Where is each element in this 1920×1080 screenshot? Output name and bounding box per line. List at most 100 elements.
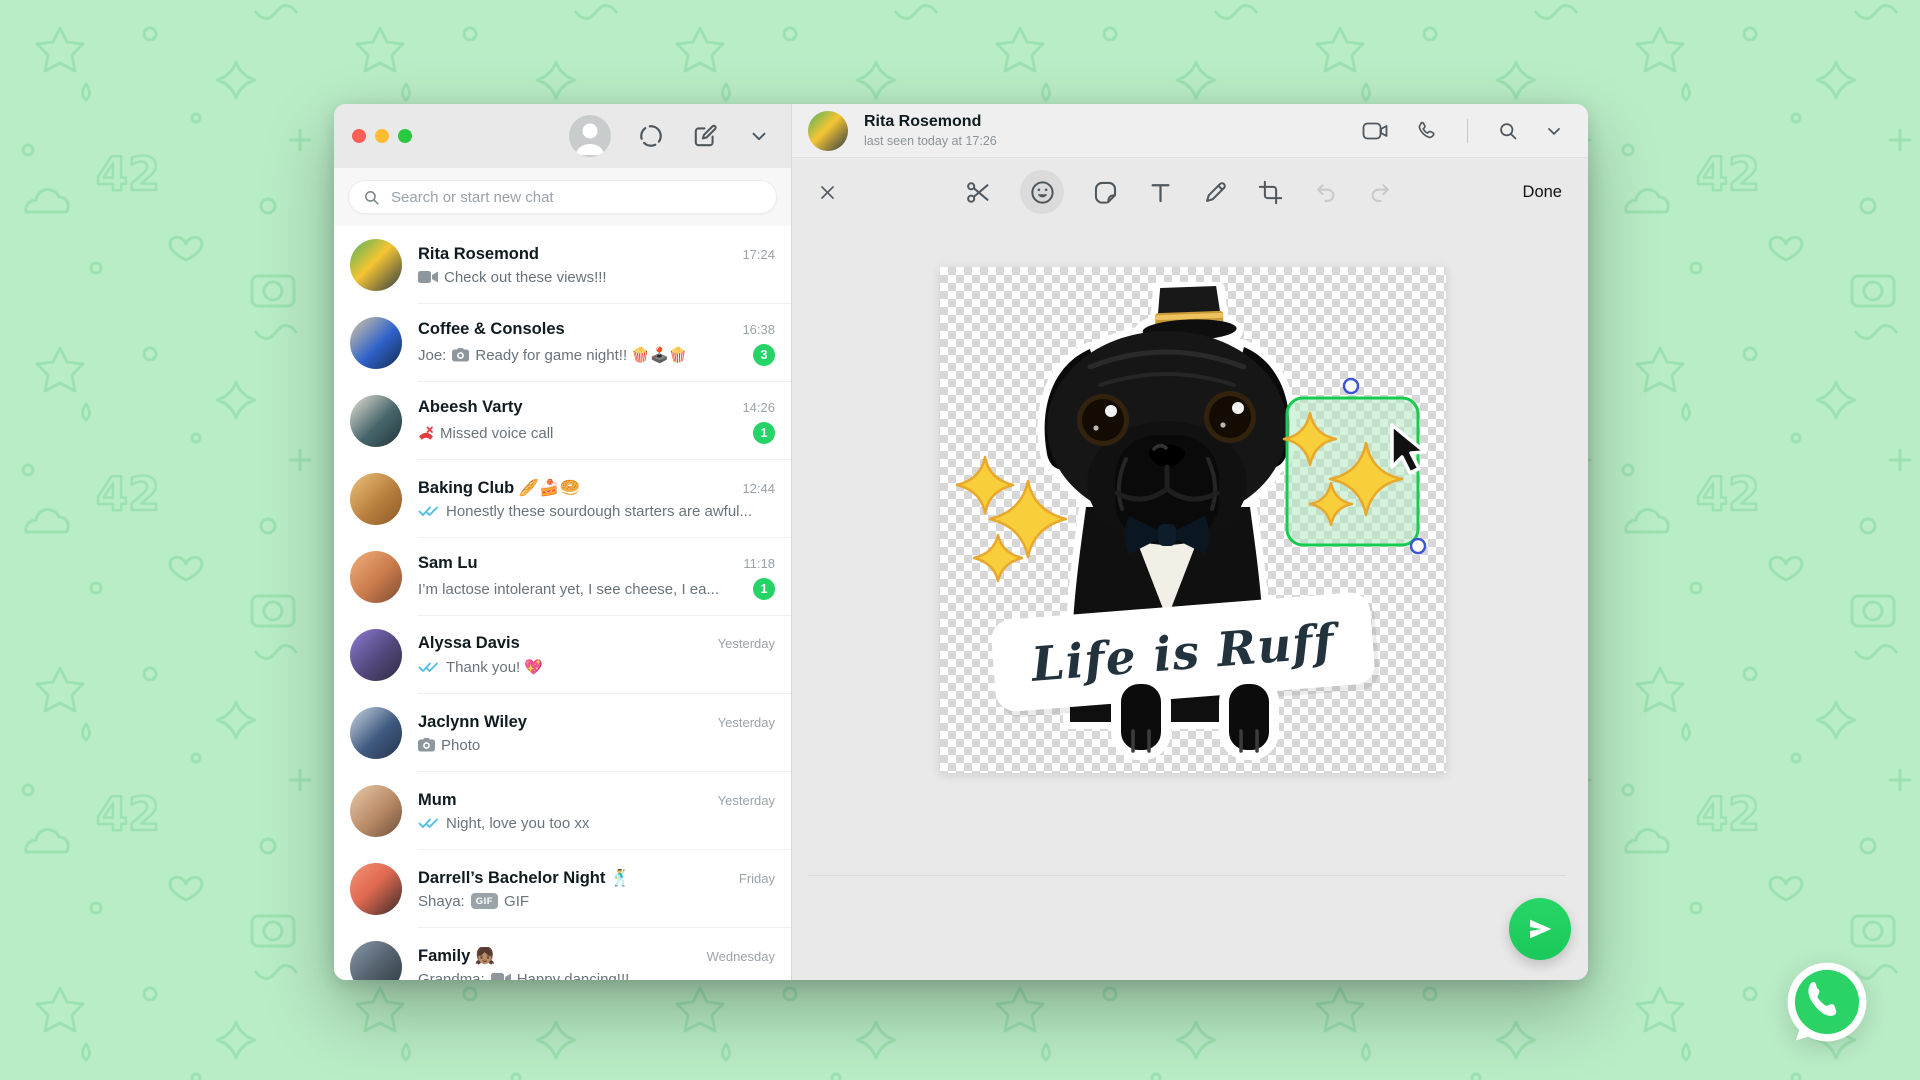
sticker-canvas[interactable]: Life is Ruff [940,267,1446,773]
voice-call-button[interactable] [1415,120,1437,142]
minimize-window-button[interactable] [375,129,389,143]
read-receipts-icon [418,505,440,517]
sparkles-emoji-left [957,457,1066,581]
avatar [350,629,402,681]
chat-item-sam-lu[interactable]: Sam Lu11:18 I’m lactose intolerant yet, … [334,538,791,616]
redo-icon [1367,179,1394,206]
chat-preview: Night, love you too xx [418,815,589,832]
chat-item-family[interactable]: Family 👧🏽 Wednesday Grandma: Happy dancin… [334,928,791,980]
send-button[interactable] [1509,898,1571,960]
chat-time: 14:26 [742,400,775,415]
undo-button[interactable] [1312,179,1339,206]
chat-item-coffee-consoles[interactable]: Coffee & Consoles16:38 Joe: Ready for ga… [334,304,791,382]
sidebar-menu-button[interactable] [745,122,773,150]
search-pill [348,180,777,214]
composer-divider [808,875,1566,876]
send-icon [1525,914,1555,944]
chat-item-alyssa-davis[interactable]: Alyssa DavisYesterday Thank you! 💖 [334,616,791,694]
unread-badge: 1 [753,422,775,444]
chat-time: 17:24 [742,247,775,262]
chat-preview: I’m lactose intolerant yet, I see cheese… [418,581,719,598]
sticker-tool-button[interactable] [1092,179,1119,206]
undo-icon [1312,179,1339,206]
search-input[interactable] [391,189,762,206]
chat-menu-button[interactable] [1544,121,1564,141]
chat-name: Alyssa Davis [418,634,520,653]
unread-badge: 3 [753,344,775,366]
chat-preview: Honestly these sourdough starters are aw… [418,503,752,520]
close-editor-button[interactable] [818,183,837,202]
avatar [350,551,402,603]
new-chat-icon [692,123,718,149]
text-tool-button[interactable] [1147,179,1174,206]
status-icon [638,123,664,149]
close-icon [818,183,837,202]
chat-preview: Grandma: Happy dancing!!! [418,971,629,981]
avatar [350,239,402,291]
chat-item-darrells-bachelor-night[interactable]: Darrell’s Bachelor Night 🕺Friday Shaya: … [334,850,791,928]
chat-preview: Missed voice call [418,425,553,442]
profile-avatar-button[interactable] [569,115,611,157]
cut-tool-button[interactable] [965,179,992,206]
read-receipts-icon [418,817,440,829]
video-camera-icon [491,972,511,980]
chat-item-abeesh-varty[interactable]: Abeesh Varty 14:26 Missed voice call 1 [334,382,791,460]
avatar [350,863,402,915]
emoji-selection-box[interactable] [1284,379,1425,553]
avatar [350,395,402,447]
whatsapp-logo [1783,958,1871,1046]
chat-item-mum[interactable]: MumYesterday Night, love you too xx [334,772,791,850]
rotate-handle[interactable] [1344,379,1358,393]
avatar [350,473,402,525]
redo-button[interactable] [1367,179,1394,206]
chat-time: Wednesday [707,949,775,964]
chat-preview: Shaya: GIF GIF [418,893,529,910]
sidebar: Rita Rosemond17:24 Check out these views… [334,104,792,980]
close-window-button[interactable] [352,129,366,143]
search-area [334,168,791,226]
chat-header: Rita Rosemond last seen today at 17:26 [792,104,1588,158]
header-divider [1467,119,1469,143]
emoji-tool-button[interactable] [1020,170,1064,214]
emoji-smiley-icon [1029,179,1056,206]
done-button[interactable]: Done [1523,183,1562,202]
chat-name: Darrell’s Bachelor Night 🕺 [418,869,631,888]
search-icon [363,189,380,206]
chat-time: 12:44 [742,481,775,496]
chat-item-baking-club[interactable]: Baking Club 🥖🍰🥯12:44 Honestly these sour… [334,460,791,538]
chat-name: Family 👧🏽 [418,947,495,966]
whatsapp-window: Rita Rosemond 17:24 Check out these views… [334,104,1588,980]
resize-handle[interactable] [1411,539,1425,553]
status-button[interactable] [637,122,665,150]
contact-avatar[interactable] [808,111,848,151]
chat-name: Abeesh Varty [418,398,523,417]
video-camera-icon [418,270,438,284]
caption-banner: Life is Ruff [990,591,1381,718]
chat-preview: Photo [418,737,480,754]
chat-preview: Thank you! 💖 [418,658,543,676]
video-call-icon [1362,121,1389,141]
zoom-window-button[interactable] [398,129,412,143]
photo-camera-icon [418,738,435,752]
draw-tool-button[interactable] [1202,179,1229,206]
chat-time: 16:38 [742,322,775,337]
chat-time: 11:18 [743,556,775,571]
avatar [350,941,402,980]
sidebar-header [334,104,791,168]
crop-tool-button[interactable] [1257,179,1284,206]
video-call-button[interactable] [1362,121,1389,141]
crop-icon [1257,179,1284,206]
conversation-pane: Rita Rosemond last seen today at 17:26 [792,104,1588,980]
scissors-icon [965,179,992,206]
avatar [350,785,402,837]
chat-item-rita-rosemond[interactable]: Rita Rosemond17:24 Check out these views… [334,226,791,304]
chat-item-jaclynn-wiley[interactable]: Jaclynn WileyYesterday Photo [334,694,791,772]
new-chat-button[interactable] [691,122,719,150]
sticker-editor-toolbar: Done [792,158,1588,226]
pencil-icon [1202,179,1229,206]
unread-badge: 1 [753,578,775,600]
search-in-chat-button[interactable] [1498,121,1518,141]
gif-badge-icon: GIF [471,893,498,909]
contact-name: Rita Rosemond [864,112,997,131]
chat-preview: Check out these views!!! [418,269,607,286]
